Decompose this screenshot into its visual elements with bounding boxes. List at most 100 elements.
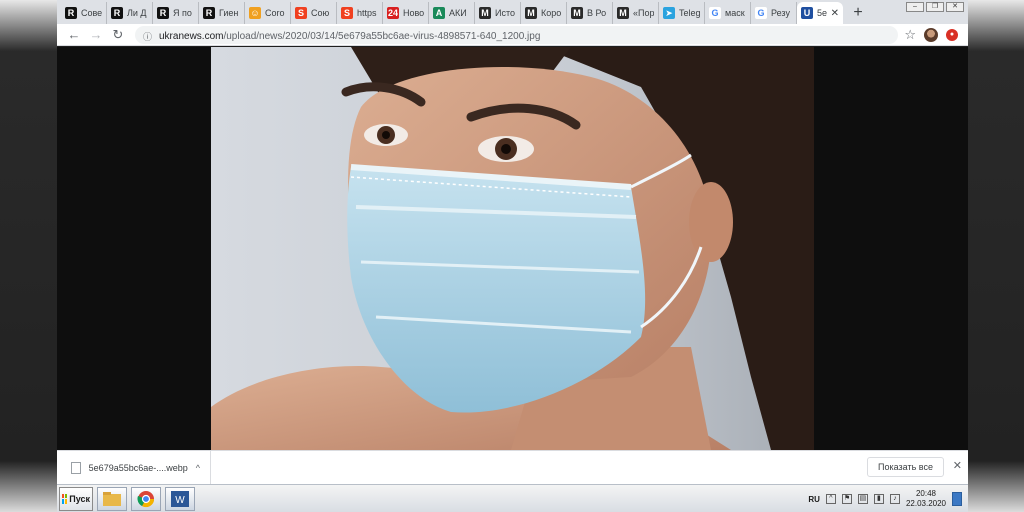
tab-11[interactable]: M В Ро [567, 2, 613, 24]
tab-label: Коро [541, 8, 562, 18]
url-path: /upload/news/2020/03/14/5e679a55bc6ae-vi… [223, 30, 541, 42]
address-bar[interactable]: ⓘ ukranews.com/upload/news/2020/03/14/5e… [135, 25, 899, 44]
reload-button[interactable]: ↻ [107, 25, 129, 45]
close-icon[interactable]: ✕ [953, 459, 962, 472]
taskbar-word[interactable]: W [165, 486, 195, 511]
m-icon: M [479, 7, 491, 19]
background-left [0, 0, 57, 512]
svg-text:W: W [175, 495, 185, 506]
download-item[interactable]: 5e679a55bc6ae-....webp ^ [71, 450, 211, 485]
clock[interactable]: 20:48 22.03.2020 [906, 489, 946, 509]
tab-label: Ли Д [127, 8, 147, 18]
tab-label: Сою [311, 8, 330, 18]
page-content [57, 47, 968, 450]
un-icon: U [801, 7, 813, 19]
taskbar-explorer[interactable] [97, 486, 127, 511]
m-icon: M [571, 7, 583, 19]
tab-0[interactable]: R Сове [61, 2, 107, 24]
tab-14[interactable]: Gмаск [705, 2, 751, 24]
forward-button[interactable]: → [85, 25, 107, 45]
tab-label: Ново [403, 8, 424, 18]
m-icon: M [525, 7, 537, 19]
back-button[interactable]: ← [63, 25, 85, 45]
tab-label: Гиен [219, 8, 239, 18]
clock-time: 20:48 [915, 489, 936, 498]
tab-label: АКИ [449, 8, 467, 18]
image-viewer-photo[interactable] [211, 47, 814, 450]
clock-date: 22.03.2020 [905, 499, 946, 508]
google-icon: G [709, 7, 721, 19]
tab-label: Резу [771, 8, 790, 18]
tab-15[interactable]: G Резу [751, 2, 797, 24]
chevron-up-icon[interactable]: ^ [196, 463, 200, 473]
folder-icon [103, 491, 121, 506]
tab-9[interactable]: M Исто [475, 2, 521, 24]
tab-13[interactable]: ➤ Teleg [659, 2, 705, 24]
tab-4[interactable]: ☺ Coro [245, 2, 291, 24]
tab-strip: R Сове R Ли Д R Я по R Гиен ☺ Coro S Сою Shttps 24 Нов… [57, 0, 968, 24]
tab-label: Teleg [679, 8, 700, 18]
r-icon: R [157, 7, 169, 19]
language-indicator[interactable]: RU [808, 495, 820, 504]
tab-12[interactable]: M «Пор [613, 2, 659, 24]
r-icon: R [203, 7, 215, 19]
tab-label: Coro [265, 8, 285, 18]
close-window-button[interactable]: ✕ [946, 2, 964, 12]
tab-16[interactable]: U 5e ✕ [797, 2, 843, 24]
forward-arrow-icon: → [89, 27, 103, 42]
volume-icon[interactable]: ♪ [889, 494, 900, 504]
printer-icon[interactable]: ▤ [857, 494, 868, 504]
m-icon: M [617, 7, 629, 19]
tab-label: https [357, 8, 377, 18]
minimize-button[interactable]: ‒ [906, 2, 924, 12]
info-icon[interactable]: ⓘ [143, 30, 153, 42]
download-bar: 5e679a55bc6ae-....webp ^ Показать все ✕ [57, 450, 968, 485]
extension-icon[interactable]: ● [946, 28, 958, 41]
new-tab-button[interactable]: + [847, 2, 869, 24]
tab-8[interactable]: A АКИ [429, 2, 475, 24]
tab-2[interactable]: R Я по [153, 2, 199, 24]
system-tray: RU ^ ⚑ ▤ ▮ ♪ 20:48 22.03.2020 [802, 485, 968, 512]
profile-avatar[interactable] [924, 27, 938, 42]
masked-woman-photo [211, 47, 814, 450]
windows-logo-icon [62, 493, 68, 504]
start-button[interactable]: Пуск [59, 486, 93, 511]
bookmark-star-icon[interactable]: ☆ [904, 27, 916, 43]
close-tab-icon[interactable]: ✕ [831, 8, 839, 19]
tab-5[interactable]: S Сою [291, 2, 337, 24]
network-icon[interactable]: ▮ [873, 494, 884, 504]
r-icon: R [111, 7, 123, 19]
restore-button[interactable]: ❐ [926, 2, 944, 12]
show-desktop-button[interactable] [952, 492, 962, 506]
start-label: Пуск [69, 493, 90, 504]
taskbar-chrome[interactable] [131, 486, 161, 511]
tab-6[interactable]: Shttps [337, 2, 383, 24]
tab-7[interactable]: 24 Ново [383, 2, 429, 24]
r-icon: R [65, 7, 77, 19]
tab-label: Сове [81, 8, 102, 18]
flag-icon[interactable]: ⚑ [841, 494, 852, 504]
tab-label: «Пор [633, 8, 654, 18]
tab-label: Исто [495, 8, 515, 18]
windows-taskbar: Пуск W RU ^ ⚑ ▤ ▮ ♪ 20:48 22.03.2020 [57, 484, 968, 512]
window-controls: ‒ ❐ ✕ [906, 2, 964, 12]
tray-expand-icon[interactable]: ^ [825, 494, 836, 504]
tab-3[interactable]: R Гиен [199, 2, 245, 24]
file-icon [71, 461, 81, 474]
tab-1[interactable]: R Ли Д [107, 2, 153, 24]
tab-label: 5e [817, 8, 827, 18]
tab-10[interactable]: M Коро [521, 2, 567, 24]
show-all-downloads-button[interactable]: Показать все [867, 457, 944, 477]
background-right [968, 0, 1024, 512]
tab-label: Я по [173, 8, 192, 18]
s-icon: S [295, 7, 307, 19]
back-arrow-icon: ← [67, 27, 81, 42]
telegram-icon: ➤ [663, 7, 675, 19]
tab-label: маск [725, 8, 745, 18]
24-icon: 24 [387, 7, 399, 19]
browser-window: R Сове R Ли Д R Я по R Гиен ☺ Coro S Сою Shttps 24 Нов… [57, 0, 968, 512]
download-filename: 5e679a55bc6ae-....webp [88, 462, 188, 473]
reload-icon: ↻ [112, 26, 124, 42]
face-icon: ☺ [249, 7, 261, 19]
tab-label: В Ро [587, 8, 607, 18]
